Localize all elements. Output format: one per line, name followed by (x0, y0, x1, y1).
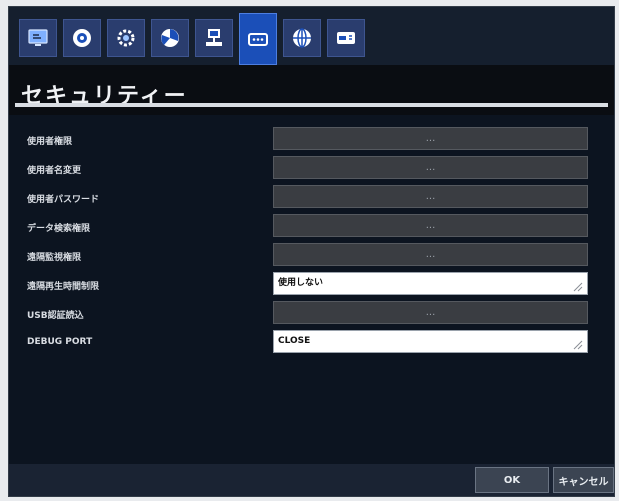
ellipsis-label: ... (425, 162, 436, 173)
title-divider (15, 103, 608, 107)
ellipsis-label: ... (425, 133, 436, 144)
tab-security[interactable] (239, 13, 277, 65)
cancel-button[interactable]: キャンセル (553, 467, 614, 493)
tab-system[interactable] (107, 19, 145, 57)
ok-button[interactable]: OK (475, 467, 549, 493)
tab-device[interactable] (327, 19, 365, 57)
ellipsis-label: ... (425, 249, 436, 260)
menu-toolbar (9, 7, 614, 65)
globe-icon (293, 28, 311, 48)
label-change-username: 使用者名変更 (27, 166, 82, 176)
label-user-permissions: 使用者権限 (27, 137, 73, 147)
user-permissions-button[interactable]: ... (273, 127, 588, 150)
dropdown-grip-icon (573, 340, 583, 350)
page-header: セキュリティー (9, 65, 614, 115)
ellipsis-label: ... (425, 191, 436, 202)
tab-network[interactable] (195, 19, 233, 57)
select-value: 使用しない (278, 278, 324, 288)
remote-playback-time-limit-select[interactable]: 使用しない (273, 272, 588, 295)
password-security-icon (248, 33, 268, 46)
ellipsis-label: ... (425, 307, 436, 318)
debug-port-select[interactable]: CLOSE (273, 330, 588, 353)
remote-monitoring-permission-button[interactable]: ... (273, 243, 588, 266)
security-settings-window: セキュリティー 使用者権限 ... 使用者名変更 ... 使用者パスワード ..… (8, 6, 615, 497)
label-remote-monitoring-permission: 遠隔監視権限 (27, 253, 82, 263)
tab-internet[interactable] (283, 19, 321, 57)
ellipsis-label: ... (425, 220, 436, 231)
label-remote-playback-time-limit: 遠隔再生時間制限 (27, 282, 100, 292)
pie-chart-icon (161, 29, 179, 47)
dropdown-grip-icon (573, 282, 583, 292)
select-value: CLOSE (278, 336, 311, 346)
label-data-search-permission: データ検索権限 (27, 224, 91, 234)
monitor-settings-icon (28, 29, 48, 46)
label-debug-port: DEBUG PORT (27, 337, 93, 347)
label-usb-auth-read: USB認証読込 (27, 311, 84, 321)
user-password-button[interactable]: ... (273, 185, 588, 208)
label-user-password: 使用者パスワード (27, 195, 100, 205)
footer-bar: OK キャンセル (9, 464, 614, 496)
tab-statistics[interactable] (151, 19, 189, 57)
device-card-icon (337, 32, 355, 44)
change-username-button[interactable]: ... (273, 156, 588, 179)
tab-record[interactable] (63, 19, 101, 57)
tab-display[interactable] (19, 19, 57, 57)
data-search-permission-button[interactable]: ... (273, 214, 588, 237)
gear-icon (117, 29, 135, 47)
network-computer-icon (206, 29, 222, 46)
usb-auth-read-button[interactable]: ... (273, 301, 588, 324)
record-disc-icon (73, 29, 91, 47)
